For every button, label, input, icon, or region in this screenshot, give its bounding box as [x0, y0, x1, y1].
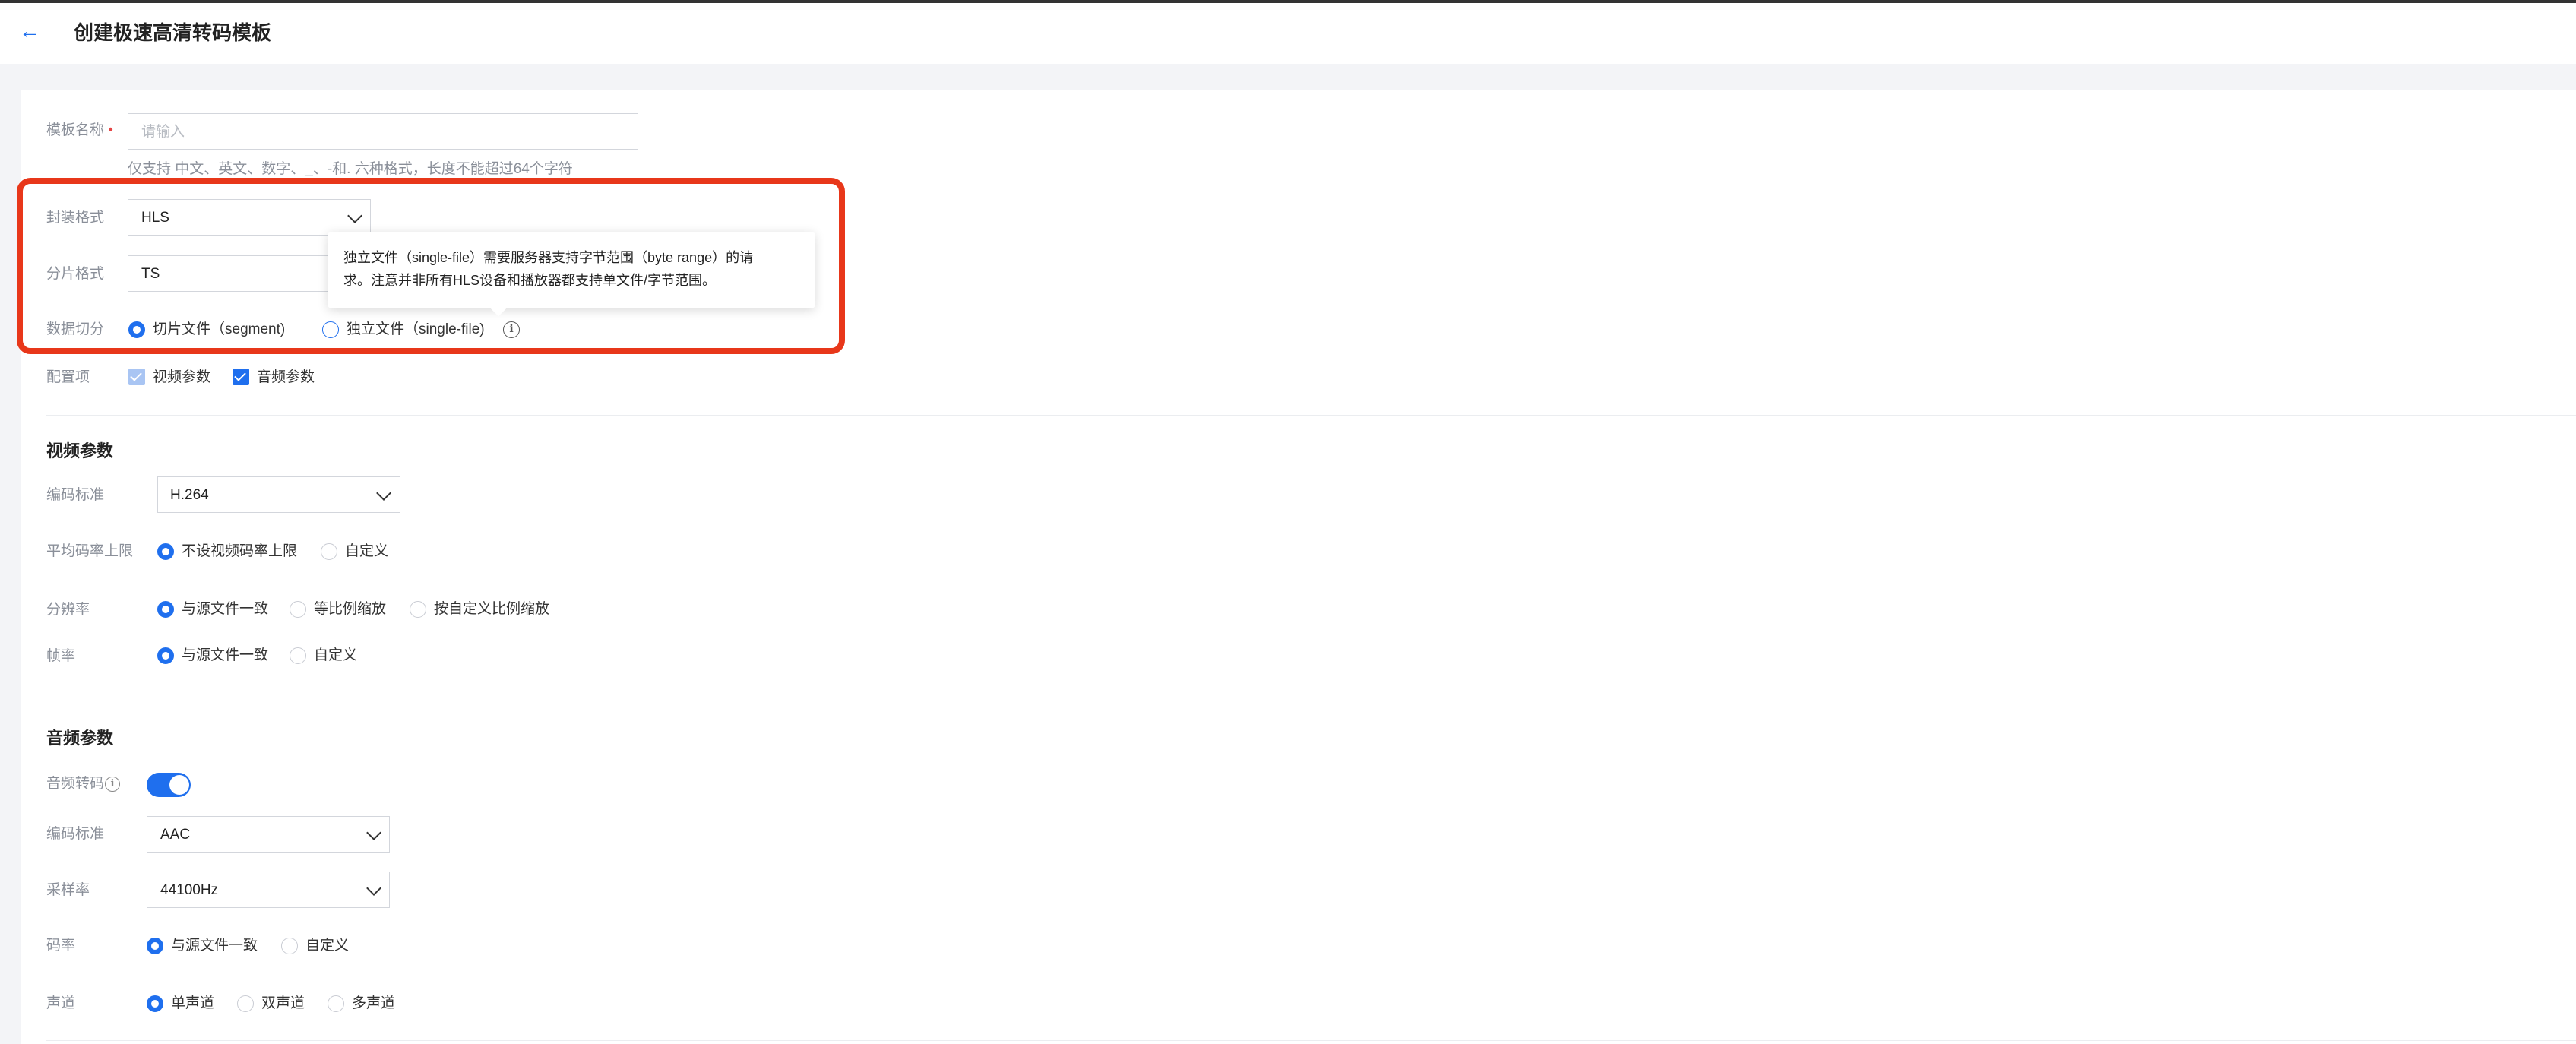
radio-bitrate-custom[interactable]: [321, 543, 337, 560]
radio-resolution-source-label[interactable]: 与源文件一致: [182, 600, 268, 618]
template-name-hint: 仅支持 中文、英文、数字、_、-和. 六种格式，长度不能超过64个字符: [128, 161, 573, 177]
audio-transcode-label: 音频转码: [46, 776, 105, 792]
checkbox-audio-params-label[interactable]: 音频参数: [257, 369, 315, 387]
radio-resolution-custom-label[interactable]: 按自定义比例缩放: [434, 600, 549, 618]
template-name-input[interactable]: [128, 113, 638, 150]
resolution-label: 分辨率: [46, 602, 90, 618]
video-codec-label: 编码标准: [46, 487, 105, 503]
radio-mono-label[interactable]: 单声道: [171, 995, 214, 1013]
info-icon[interactable]: i: [105, 777, 120, 792]
video-section-title: 视频参数: [46, 441, 114, 460]
page-header: [0, 3, 2576, 64]
radio-audio-bitrate-source[interactable]: [147, 938, 163, 954]
radio-framerate-source-label[interactable]: 与源文件一致: [182, 647, 268, 665]
divider: [46, 415, 2576, 416]
toggle-knob: [169, 775, 189, 795]
checkbox-audio-params[interactable]: [233, 369, 249, 385]
back-arrow-icon[interactable]: ←: [18, 20, 41, 43]
template-name-label: 模板名称 •: [46, 122, 113, 138]
radio-mono[interactable]: [147, 995, 163, 1012]
sample-rate-label: 采样率: [46, 882, 90, 898]
highlight-annotation-box: [17, 178, 845, 354]
radio-resolution-proportional[interactable]: [290, 601, 306, 618]
checkbox-video-params[interactable]: [128, 369, 145, 385]
radio-stereo[interactable]: [237, 995, 254, 1012]
radio-stereo-label[interactable]: 双声道: [261, 995, 305, 1013]
audio-bitrate-label: 码率: [46, 938, 76, 954]
radio-multichannel-label[interactable]: 多声道: [352, 995, 395, 1013]
radio-bitrate-custom-label[interactable]: 自定义: [345, 543, 388, 561]
video-codec-value: H.264: [170, 487, 209, 503]
radio-multichannel[interactable]: [328, 995, 344, 1012]
framerate-label: 帧率: [46, 648, 76, 664]
radio-framerate-custom-label[interactable]: 自定义: [314, 647, 357, 665]
radio-framerate-source[interactable]: [157, 647, 174, 664]
radio-no-bitrate-cap-label[interactable]: 不设视频码率上限: [182, 543, 297, 561]
channels-label: 声道: [46, 995, 76, 1011]
video-bitrate-label: 平均码率上限: [46, 543, 134, 559]
page-title: 创建极速高清转码模板: [74, 21, 272, 44]
radio-resolution-source[interactable]: [157, 601, 174, 618]
sample-rate-value: 44100Hz: [160, 882, 219, 898]
radio-no-bitrate-cap[interactable]: [157, 543, 174, 560]
radio-audio-bitrate-custom[interactable]: [281, 938, 298, 954]
divider: [46, 1040, 2576, 1041]
audio-codec-label: 编码标准: [46, 826, 105, 842]
radio-resolution-custom[interactable]: [410, 601, 426, 618]
audio-codec-value: AAC: [160, 827, 191, 843]
audio-section-title: 音频参数: [46, 729, 114, 748]
checkbox-video-params-label[interactable]: 视频参数: [153, 369, 210, 387]
config-label: 配置项: [46, 369, 90, 385]
template-name-placeholder: 请输入: [141, 124, 185, 140]
radio-audio-bitrate-source-label[interactable]: 与源文件一致: [171, 937, 258, 955]
radio-framerate-custom[interactable]: [290, 647, 306, 664]
radio-resolution-proportional-label[interactable]: 等比例缩放: [314, 600, 386, 618]
radio-audio-bitrate-custom-label[interactable]: 自定义: [305, 937, 349, 955]
